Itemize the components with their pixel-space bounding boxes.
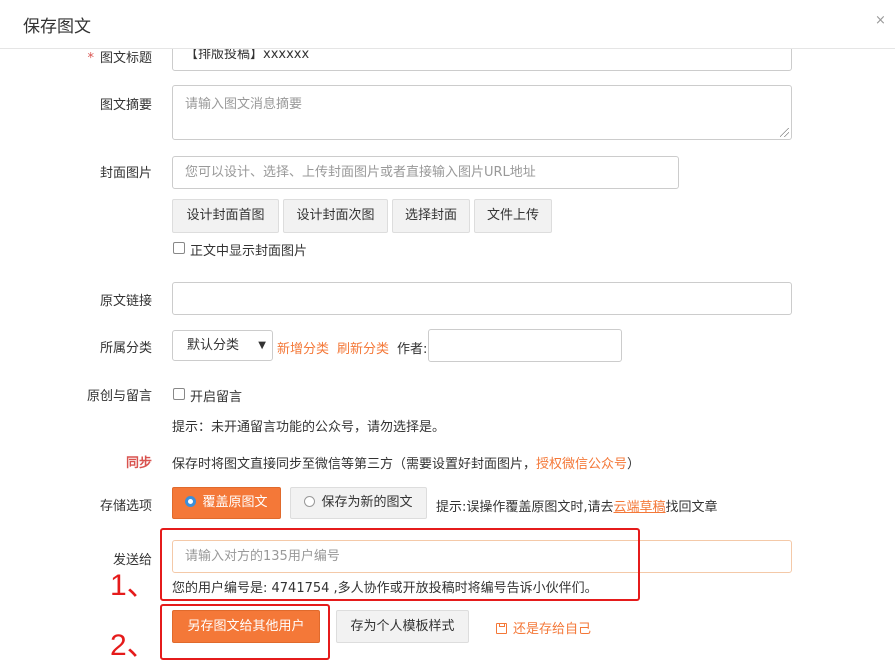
category-select[interactable]: 默认分类 ▼ [172, 330, 273, 361]
cover-url-input[interactable]: 您可以设计、选择、上传封面图片或者直接输入图片URL地址 [172, 156, 679, 189]
dialog-title: 保存图文 [23, 17, 91, 37]
save-to-self-label: 还是存给自己 [513, 622, 592, 637]
source-link-label: 原文链接 [99, 294, 152, 309]
design-cover-first-button[interactable]: 设计封面首图 [172, 199, 279, 233]
radio-unselected-icon [304, 496, 316, 507]
sync-label: 同步 [125, 456, 152, 471]
annotation-label-2: 2、 [110, 629, 157, 662]
caret-down-icon: ▼ [258, 340, 266, 351]
source-link-input[interactable] [172, 282, 792, 315]
save-new-option-label: 保存为新的图文 [321, 495, 413, 510]
sync-text-after: ） [627, 457, 641, 472]
dialog-header: 保存图文 × [0, 0, 895, 49]
summary-placeholder: 请输入图文消息摘要 [185, 97, 303, 112]
storage-hint-after: 找回文章 [665, 500, 718, 515]
show-cover-checkbox[interactable] [173, 242, 185, 254]
save-as-template-button[interactable]: 存为个人模板样式 [336, 610, 469, 643]
save-icon [496, 623, 507, 634]
design-cover-second-button[interactable]: 设计封面次图 [283, 199, 388, 233]
select-cover-button[interactable]: 选择封面 [392, 199, 470, 233]
category-label: 所属分类 [99, 341, 152, 356]
author-label: 作者: [397, 342, 428, 357]
sync-description: 保存时将图文直接同步至微信等第三方（需要设置好封面图片，授权微信公众号） [172, 453, 640, 472]
show-cover-label: 正文中显示封面图片 [190, 244, 308, 259]
dialog-body: 图文标题 【排版投稿】xxxxxx 图文摘要 请输入图文消息摘要 封面图片 您可… [0, 0, 895, 672]
upload-file-button[interactable]: 文件上传 [474, 199, 552, 233]
storage-hint: 提示:误操作覆盖原图文时,请去云端草稿找回文章 [436, 496, 718, 515]
cloud-draft-link[interactable]: 云端草稿 [614, 500, 666, 515]
close-icon[interactable]: × [875, 13, 886, 28]
refresh-category-link[interactable]: 刷新分类 [337, 338, 389, 357]
overwrite-option-label: 覆盖原图文 [202, 495, 268, 510]
enable-comment-checkbox[interactable] [173, 388, 185, 400]
comment-label: 原创与留言 [86, 389, 152, 404]
annotation-box-2 [160, 604, 330, 660]
category-selected: 默认分类 [187, 338, 240, 353]
annotation-box-1 [160, 528, 640, 601]
overwrite-option[interactable]: 覆盖原图文 [172, 487, 281, 519]
add-category-link[interactable]: 新增分类 [277, 338, 329, 357]
save-to-self-link[interactable]: 还是存给自己 [496, 618, 591, 637]
authorize-wechat-link[interactable]: 授权微信公众号 [536, 457, 627, 472]
enable-comment-label: 开启留言 [190, 390, 243, 405]
cover-label: 封面图片 [99, 166, 152, 181]
save-new-option[interactable]: 保存为新的图文 [290, 487, 427, 519]
annotation-label-1: 1、 [110, 569, 157, 602]
summary-textarea[interactable]: 请输入图文消息摘要 [172, 85, 792, 140]
comment-hint: 提示：未开通留言功能的公众号，请勿选择是。 [172, 420, 446, 435]
storage-label: 存储选项 [99, 499, 152, 514]
radio-selected-icon [185, 496, 197, 507]
author-input[interactable] [428, 329, 622, 362]
resize-grip-icon[interactable] [780, 128, 789, 137]
storage-hint-before: 提示:误操作覆盖原图文时,请去 [436, 500, 614, 515]
title-label: 图文标题 [0, 47, 152, 66]
sync-text-before: 保存时将图文直接同步至微信等第三方（需要设置好封面图片， [172, 457, 537, 472]
summary-label: 图文摘要 [99, 98, 152, 113]
